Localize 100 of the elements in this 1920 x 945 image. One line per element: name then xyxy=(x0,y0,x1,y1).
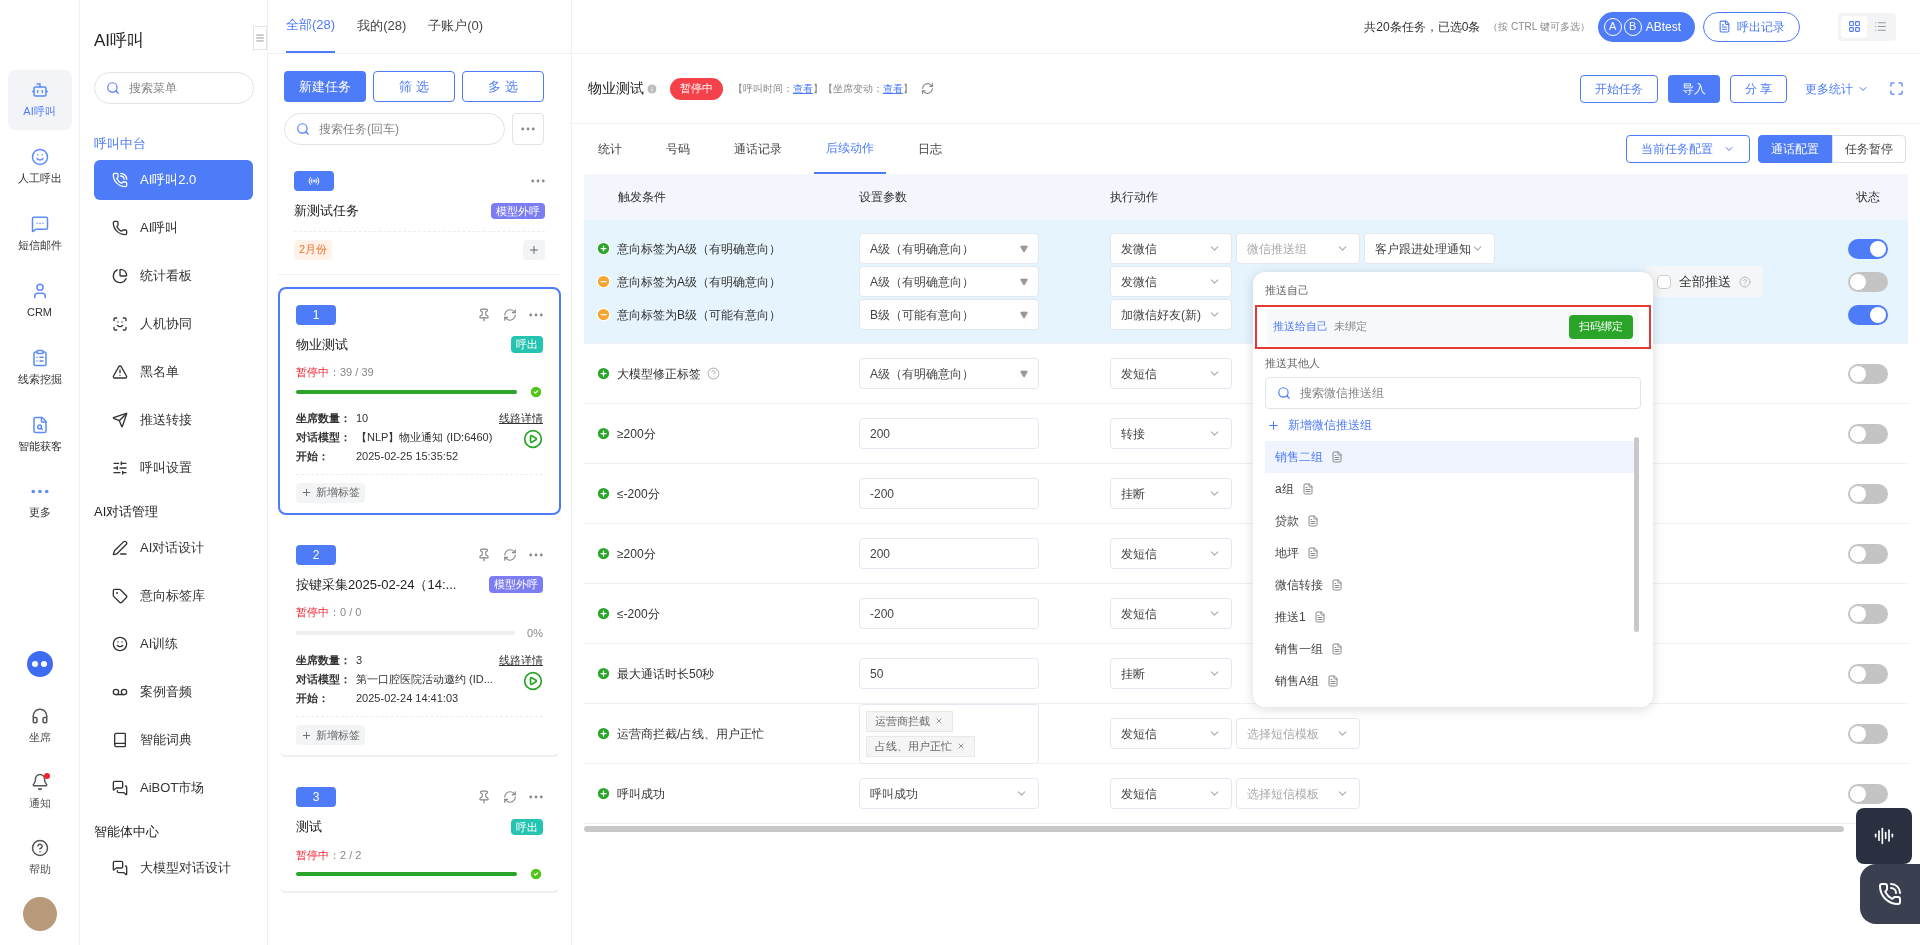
group-option[interactable]: 推送1 xyxy=(1265,601,1635,633)
more-icon[interactable] xyxy=(529,795,543,799)
help-icon[interactable] xyxy=(707,367,720,380)
select-field[interactable]: 发短信 xyxy=(1110,778,1232,809)
select-field[interactable]: 发短信 xyxy=(1110,358,1232,389)
content-tab[interactable]: 号码 xyxy=(654,124,702,174)
action-button[interactable]: 新建任务 xyxy=(284,71,366,102)
search-field[interactable]: 搜索微信推送组 xyxy=(1265,377,1641,409)
toggle-switch[interactable] xyxy=(1848,783,1888,804)
plus-circle-icon[interactable] xyxy=(596,726,611,741)
rail-item[interactable]: 更多 xyxy=(7,472,72,532)
menu-item[interactable]: 智能词典 xyxy=(94,719,253,760)
avatar[interactable] xyxy=(22,897,57,931)
param-input[interactable]: -200 xyxy=(859,598,1039,629)
header-button[interactable]: 分 享 xyxy=(1729,74,1787,103)
action-button[interactable]: 多 选 xyxy=(462,71,544,102)
filter-tab[interactable]: 我的(28) xyxy=(357,0,407,53)
menu-item[interactable]: AI对话设计 xyxy=(94,527,253,568)
action-button[interactable]: 筛 选 xyxy=(373,71,455,102)
scrollbar[interactable] xyxy=(1634,437,1639,632)
plus-circle-icon[interactable] xyxy=(596,666,611,681)
add-tag-button[interactable]: 新增标签 xyxy=(296,482,365,503)
rail-item[interactable]: 人工呼出 xyxy=(7,137,72,197)
rail-item[interactable]: 通知 xyxy=(7,759,72,825)
select-field[interactable]: 呼叫成功 xyxy=(859,778,1039,809)
more-icon[interactable] xyxy=(521,127,535,131)
select-field[interactable]: 发短信 xyxy=(1110,538,1232,569)
menu-item[interactable]: 黑名单 xyxy=(94,351,253,392)
menu-item[interactable]: 推送转接 xyxy=(94,399,253,440)
plus-circle-icon[interactable] xyxy=(596,786,611,801)
select-field[interactable]: 发微信 xyxy=(1110,266,1232,297)
segment-tab[interactable]: 任务暂停 xyxy=(1832,135,1906,163)
select-field[interactable]: B级（可能有意向） xyxy=(859,299,1039,330)
line-details-link[interactable]: 线路详情 xyxy=(499,409,543,427)
chat-widget-button[interactable] xyxy=(1856,808,1912,864)
config-dropdown[interactable]: 当前任务配置 xyxy=(1626,135,1750,163)
group-option[interactable]: 地坪 xyxy=(1265,537,1635,569)
menu-item[interactable]: 人机协同 xyxy=(94,303,253,344)
group-option[interactable]: 微信转接 xyxy=(1265,569,1635,601)
rail-item[interactable]: AI呼叫 xyxy=(7,70,72,130)
rail-item[interactable]: 智能获客 xyxy=(7,405,72,465)
toggle-switch[interactable] xyxy=(1848,304,1888,325)
rail-item[interactable]: 短信邮件 xyxy=(7,204,72,264)
toggle-switch[interactable] xyxy=(1848,663,1888,684)
group-option[interactable]: 销售一组 xyxy=(1265,633,1635,665)
header-button[interactable]: 导入 xyxy=(1667,74,1720,103)
toggle-switch[interactable] xyxy=(1848,723,1888,744)
toggle-switch[interactable] xyxy=(1848,363,1888,384)
task-card[interactable]: 2 按键采集2025-02-24（14:... 模型外呼 暂停中：0 / 0 0% 坐席数量： 3 线路详情 对话模型： 第一口腔医院活动邀约 (ID... 开始： 2025-02-24 14:41:03 新增标签 xyxy=(278,526,561,757)
param-input[interactable]: 50 xyxy=(859,658,1039,689)
add-button[interactable] xyxy=(523,239,545,260)
search-field[interactable]: 搜索任务(回车) xyxy=(284,113,505,145)
segment-tab[interactable]: 通话配置 xyxy=(1758,135,1832,163)
content-tab[interactable]: 通话记录 xyxy=(722,124,794,174)
checkbox[interactable] xyxy=(1657,274,1671,289)
view-link[interactable]: 查看 xyxy=(883,81,903,96)
toggle-switch[interactable] xyxy=(1848,271,1888,292)
content-tab[interactable]: 统计 xyxy=(586,124,634,174)
add-group-link[interactable]: 新增微信推送组 xyxy=(1265,409,1374,441)
select-field[interactable]: 客户跟进处理通知 xyxy=(1364,233,1495,264)
menu-item[interactable]: 意向标签库 xyxy=(94,575,253,616)
menu-item[interactable]: 大模型对话设计 xyxy=(94,847,253,888)
more-stats-button[interactable]: 更多统计 xyxy=(1805,79,1869,98)
plus-circle-icon[interactable] xyxy=(596,426,611,441)
menu-item[interactable]: AiBOT市场 xyxy=(94,767,253,808)
more-icon[interactable] xyxy=(529,552,543,557)
filter-tab[interactable]: 全部(28) xyxy=(286,0,336,53)
more-icon[interactable] xyxy=(30,489,49,495)
rail-item[interactable]: 帮助 xyxy=(7,825,72,891)
filter-tab[interactable]: 子账户(0) xyxy=(428,0,484,53)
param-input[interactable]: -200 xyxy=(859,478,1039,509)
rail-item[interactable]: 线索挖掘 xyxy=(7,338,72,398)
group-option[interactable]: 销售A组 xyxy=(1265,665,1635,697)
toggle-switch[interactable] xyxy=(1848,543,1888,564)
menu-item[interactable]: 案例音频 xyxy=(94,671,253,712)
rail-item[interactable]: CRM xyxy=(7,271,72,331)
tag-select-field[interactable]: 运营商拦截 占线、用户正忙 xyxy=(859,703,1039,764)
param-input[interactable]: 200 xyxy=(859,418,1039,449)
search-field[interactable]: 搜索菜单 xyxy=(94,71,254,104)
toggle-switch[interactable] xyxy=(1848,423,1888,444)
menu-item[interactable]: AI呼叫 xyxy=(94,207,253,248)
more-icon[interactable] xyxy=(529,312,543,317)
task-card[interactable]: 1 物业测试 呼出 暂停中：39 / 39 坐席数量： 10 线路详情 对话模型： 【NLP】物业通知 (ID:6460) 开始： 2025-02-25 15:35:52 新增标签 xyxy=(278,286,561,515)
plus-circle-icon[interactable] xyxy=(596,486,611,501)
phone-widget-button[interactable] xyxy=(1860,864,1920,924)
select-field[interactable]: 转接 xyxy=(1110,418,1232,449)
select-field[interactable]: A级（有明确意向） xyxy=(859,358,1039,389)
plus-circle-icon[interactable] xyxy=(596,366,611,381)
header-button[interactable]: 开始任务 xyxy=(1579,74,1658,103)
view-link[interactable]: 查看 xyxy=(793,81,813,96)
menu-item[interactable]: AI呼叫2.0 xyxy=(94,159,253,200)
group-option[interactable]: 贷款 xyxy=(1265,505,1635,537)
menu-item[interactable]: AI训练 xyxy=(94,623,253,664)
select-field[interactable]: 挂断 xyxy=(1110,658,1232,689)
line-details-link[interactable]: 线路详情 xyxy=(499,652,543,669)
minus-circle-icon[interactable] xyxy=(596,307,611,322)
content-tab[interactable]: 日志 xyxy=(906,124,954,174)
task-card[interactable]: 3 测试 呼出 暂停中：2 / 2 xyxy=(278,769,561,893)
select-field[interactable]: A级（有明确意向） xyxy=(859,266,1039,297)
menu-item[interactable]: 统计看板 xyxy=(94,255,253,296)
